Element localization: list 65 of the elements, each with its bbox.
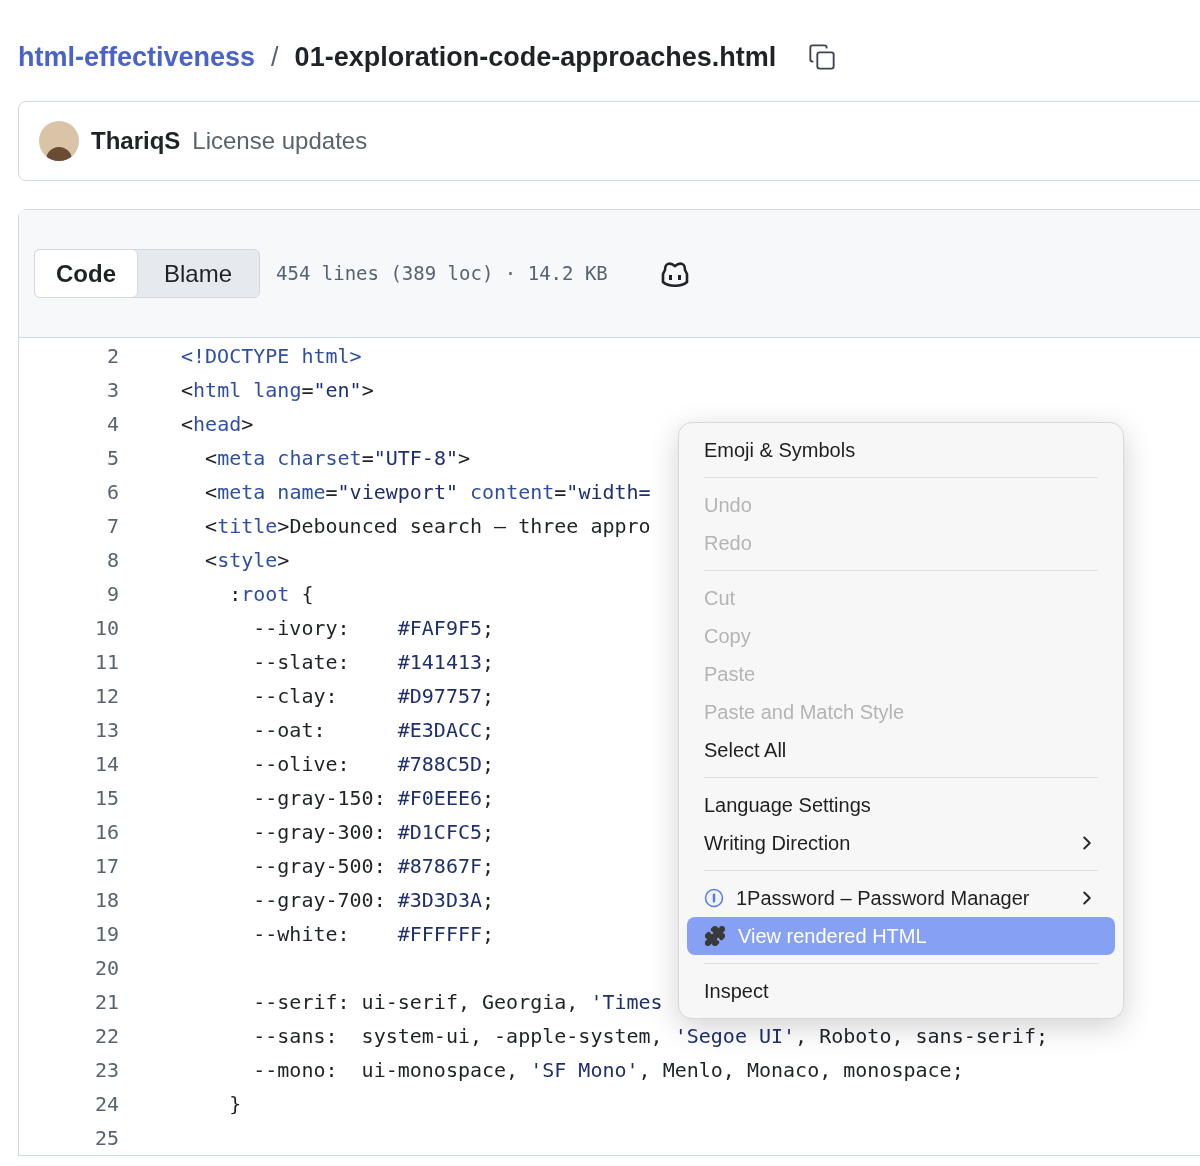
line-number: 3: [105, 377, 119, 404]
commit-message[interactable]: License updates: [192, 123, 368, 159]
line-number: 22: [93, 1023, 119, 1050]
line-number: 24: [93, 1091, 119, 1118]
line-number: 25: [93, 1125, 119, 1152]
code-line: <html lang="en">: [181, 377, 374, 404]
code-line: <!DOCTYPE html>: [181, 343, 362, 370]
menu-item[interactable]: Select All: [687, 731, 1115, 769]
line-number: 5: [105, 445, 119, 472]
line-number: 15: [93, 785, 119, 812]
code-line: --sans: system-ui, -apple-system, 'Segoe UI', Roboto, sans-serif;: [252, 1023, 1048, 1050]
line-number: 6: [105, 479, 119, 506]
line-number: 12: [93, 683, 119, 710]
line-number: 17: [93, 853, 119, 880]
line-number: 2: [105, 343, 119, 370]
code-line: --slate: #141413;: [252, 649, 495, 676]
path-separator: /: [271, 40, 279, 74]
line-number: 11: [93, 649, 119, 676]
line-number: 7: [105, 513, 119, 540]
code-line: :root {: [228, 581, 314, 608]
copy-icon[interactable]: [808, 43, 837, 71]
menu-item[interactable]: Language Settings: [687, 786, 1115, 824]
line-number: 16: [93, 819, 119, 846]
menu-item[interactable]: 1Password – Password Manager: [687, 879, 1115, 917]
line-number: 19: [93, 921, 119, 948]
line-number: 4: [105, 411, 119, 438]
code-line: --oat: #E3DACC;: [252, 717, 495, 744]
code-line: --gray-700: #3D3D3A;: [252, 887, 495, 914]
menu-item[interactable]: Inspect: [687, 972, 1115, 1010]
avatar: [39, 121, 79, 161]
menu-item[interactable]: Emoji & Symbols: [687, 431, 1115, 469]
line-number: 13: [93, 717, 119, 744]
file-name: 01-exploration-code-approaches.html: [294, 40, 777, 74]
code-line: --gray-500: #87867F;: [252, 853, 495, 880]
code-line: }: [228, 1091, 242, 1118]
menu-item[interactable]: Writing Direction: [687, 824, 1115, 862]
line-number: 21: [93, 989, 119, 1016]
commit-author[interactable]: ThariqS: [91, 123, 181, 159]
code-line: <style>: [204, 547, 290, 574]
line-number: 8: [105, 547, 119, 574]
puzzle-icon: [704, 925, 726, 947]
info-circle-icon: [704, 888, 724, 908]
code-line: --mono: ui-monospace, 'SF Mono', Menlo, Monaco, monospace;: [252, 1057, 964, 1084]
code-line: --olive: #788C5D;: [252, 751, 495, 778]
line-number: 10: [93, 615, 119, 642]
repo-link[interactable]: html-effectiveness: [18, 36, 256, 78]
code-line: <head>: [181, 411, 254, 438]
line-number: 20: [93, 955, 119, 982]
code-line: --serif: ui-serif, Georgia, 'Times: [252, 989, 663, 1016]
view-tab[interactable]: Code: [34, 249, 138, 298]
robot-face-icon[interactable]: [659, 259, 690, 288]
code-line: <meta charset="UTF-8">: [204, 445, 470, 472]
code-line: <title>Debounced search – three appro: [204, 513, 651, 540]
view-tab[interactable]: Blame: [137, 250, 260, 297]
code-line: --clay: #D97757;: [252, 683, 495, 710]
code-line: <meta name="viewport" content="width=: [204, 479, 651, 506]
line-number: 23: [93, 1057, 119, 1084]
line-number: 14: [93, 751, 119, 778]
line-number: 9: [105, 581, 119, 608]
code-line: --gray-300: #D1CFC5;: [252, 819, 495, 846]
code-line: --gray-150: #F0EEE6;: [252, 785, 495, 812]
code-line: --white: #FFFFFF;: [252, 921, 495, 948]
code-line: --ivory: #FAF9F5;: [252, 615, 495, 642]
file-info: 454 lines (389 loc) · 14.2 KB: [276, 261, 608, 287]
line-number: 18: [93, 887, 119, 914]
